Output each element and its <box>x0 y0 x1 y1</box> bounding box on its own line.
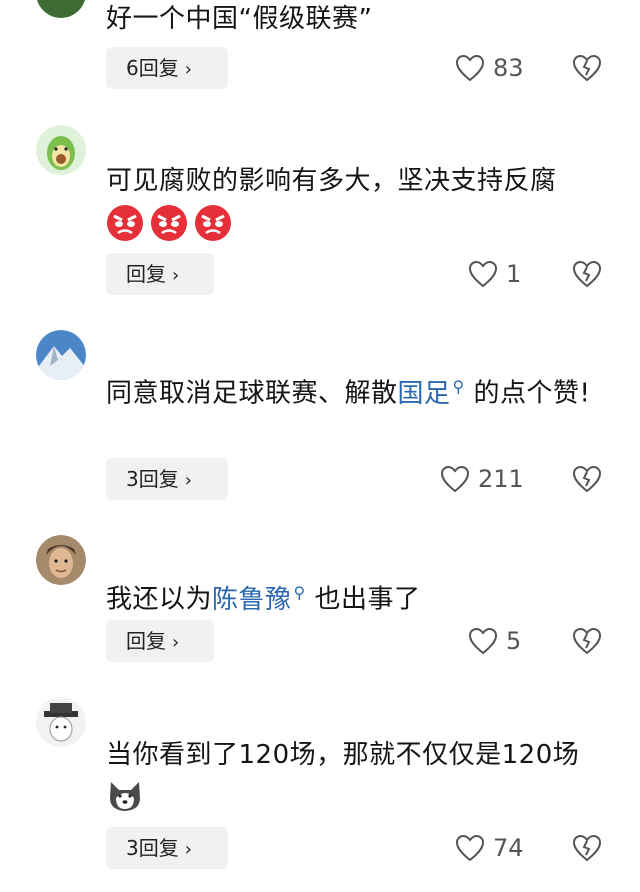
dog-face-icon <box>110 782 140 811</box>
like-button[interactable]: 211 <box>440 458 524 500</box>
comment-text: 当你看到了120场，那就不仅仅是120场 <box>106 740 580 770</box>
avatar[interactable] <box>36 330 86 380</box>
username[interactable] <box>108 542 468 564</box>
comment-text: 同意取消足球联赛、解散国足 ⚲ 的点个赞! <box>106 366 606 415</box>
dislike-button[interactable] <box>572 464 602 494</box>
topic-link[interactable]: 陈鲁豫 ⚲ <box>212 583 306 615</box>
angry-face-icon <box>195 205 231 241</box>
heart-outline-icon <box>440 465 470 493</box>
angry-face-icon <box>107 205 143 241</box>
avatar[interactable] <box>36 535 86 585</box>
reply-label: 3回复 <box>126 467 179 491</box>
topic-link-label: 陈鲁豫 <box>212 584 292 615</box>
like-button[interactable]: 74 <box>455 827 524 869</box>
like-count: 74 <box>493 834 524 862</box>
like-count: 5 <box>506 627 522 655</box>
comment-text: 我还以为陈鲁豫 ⚲ 也出事了 <box>106 572 606 621</box>
comment-text-part: 也出事了 <box>305 584 421 615</box>
search-icon: ⚲ <box>452 377 465 396</box>
comment-text: 可见腐败的影响有多大，坚决支持反腐 <box>106 166 557 196</box>
chevron-right-icon: › <box>184 470 192 491</box>
reply-button[interactable]: 回复 › <box>106 620 214 662</box>
like-count: 83 <box>493 54 524 82</box>
reply-label: 3回复 <box>126 836 179 860</box>
broken-heart-icon <box>572 260 602 288</box>
reply-label: 回复 <box>126 262 166 286</box>
broken-heart-icon <box>572 54 602 82</box>
avatar[interactable] <box>36 125 86 175</box>
like-count: 1 <box>506 260 522 288</box>
like-button[interactable]: 83 <box>455 47 524 89</box>
reply-label: 回复 <box>126 629 166 653</box>
search-icon: ⚲ <box>293 583 306 602</box>
like-button[interactable]: 5 <box>468 620 521 662</box>
topic-link[interactable]: 国足 ⚲ <box>397 377 465 409</box>
comment-text-part: 的点个赞! <box>464 378 591 409</box>
broken-heart-icon <box>572 465 602 493</box>
dislike-button[interactable] <box>572 626 602 656</box>
like-count: 211 <box>478 465 524 493</box>
chevron-right-icon: › <box>172 265 180 286</box>
chevron-right-icon: › <box>172 632 180 653</box>
comment-text: 好一个中国“假级联赛” <box>106 4 373 34</box>
heart-outline-icon <box>468 260 498 288</box>
heart-outline-icon <box>455 54 485 82</box>
avatar[interactable] <box>36 697 86 747</box>
dislike-button[interactable] <box>572 259 602 289</box>
username[interactable] <box>108 130 468 152</box>
like-button[interactable]: 1 <box>468 253 521 295</box>
dislike-button[interactable] <box>572 53 602 83</box>
avatar[interactable] <box>36 0 86 18</box>
broken-heart-icon <box>572 834 602 862</box>
emoji-row <box>106 204 232 242</box>
topic-link-label: 国足 <box>397 378 451 409</box>
emoji-row <box>106 776 144 814</box>
reply-button[interactable]: 3回复 › <box>106 458 228 500</box>
dislike-button[interactable] <box>572 833 602 863</box>
chevron-right-icon: › <box>184 59 192 80</box>
reply-label: 6回复 <box>126 56 179 80</box>
reply-button[interactable]: 6回复 › <box>106 47 228 89</box>
comment-text-part: 同意取消足球联赛、解散 <box>106 378 398 409</box>
username[interactable] <box>108 704 468 726</box>
username[interactable] <box>108 336 468 358</box>
broken-heart-icon <box>572 627 602 655</box>
chevron-right-icon: › <box>184 839 192 860</box>
comment-text-part: 我还以为 <box>106 584 213 615</box>
angry-face-icon <box>151 205 187 241</box>
heart-outline-icon <box>468 627 498 655</box>
heart-outline-icon <box>455 834 485 862</box>
reply-button[interactable]: 3回复 › <box>106 827 228 869</box>
reply-button[interactable]: 回复 › <box>106 253 214 295</box>
